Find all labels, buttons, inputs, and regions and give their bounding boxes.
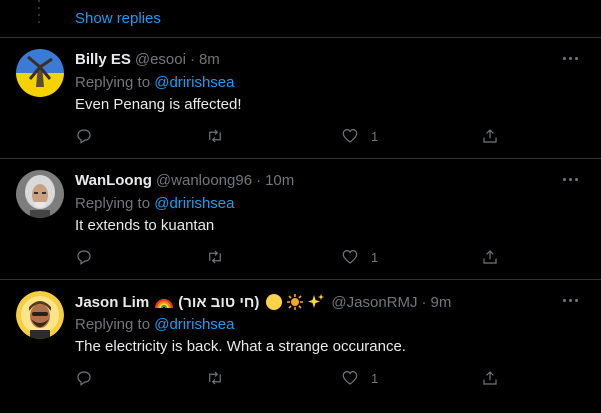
- like-count: 1: [371, 249, 379, 265]
- display-name[interactable]: WanLoong: [75, 172, 152, 189]
- share-button[interactable]: [481, 368, 499, 388]
- timestamp[interactable]: 10m: [265, 172, 294, 189]
- share-icon: [483, 371, 497, 385]
- like-button[interactable]: 1: [341, 126, 378, 146]
- thread-connector: [38, 0, 40, 28]
- avatar[interactable]: [16, 291, 64, 339]
- tweet-actions: 1: [75, 126, 515, 146]
- tweet-text: Even Penang is affected!: [75, 96, 242, 113]
- retweet-icon: [209, 129, 221, 143]
- timestamp[interactable]: 8m: [199, 51, 220, 68]
- more-icon[interactable]: [563, 296, 581, 304]
- display-name[interactable]: Billy ES: [75, 51, 131, 68]
- reply-icon: [77, 371, 91, 386]
- share-icon: [483, 129, 497, 143]
- tweet-actions: 1: [75, 368, 515, 388]
- like-button[interactable]: 1: [341, 247, 378, 267]
- reply-button[interactable]: [75, 368, 93, 388]
- handle[interactable]: @esooi: [135, 51, 186, 68]
- replying-prefix: Replying to: [75, 316, 151, 333]
- replying-to: Replying to @dririshsea: [75, 74, 234, 91]
- replying-prefix: Replying to: [75, 195, 151, 212]
- retweet-button[interactable]: [206, 247, 224, 267]
- reply-icon: [77, 250, 91, 265]
- share-icon: [483, 250, 497, 264]
- share-button[interactable]: [481, 247, 499, 267]
- tweet-text: It extends to kuantan: [75, 217, 215, 234]
- share-button[interactable]: [481, 126, 499, 146]
- like-icon: [342, 371, 358, 385]
- retweet-icon: [209, 371, 221, 385]
- mention-link[interactable]: @dririshsea: [154, 195, 234, 212]
- replying-prefix: Replying to: [75, 74, 151, 91]
- tweet-text: The electricity is back. What a strange …: [75, 338, 406, 355]
- replying-to: Replying to @dririshsea: [75, 316, 234, 333]
- name-suffix: (חי טוב אור): [178, 293, 260, 311]
- replying-to: Replying to @dririshsea: [75, 195, 234, 212]
- retweet-icon: [209, 250, 221, 264]
- sun-icon: [287, 294, 304, 310]
- separator: ·: [189, 51, 195, 68]
- show-replies-row: Show replies: [0, 0, 601, 38]
- show-replies-link[interactable]: Show replies: [75, 10, 161, 27]
- separator: ·: [256, 172, 262, 189]
- reply-button[interactable]: [75, 126, 93, 146]
- tweet[interactable]: Jason Lim (חי טוב אור) @JasonRMJ · 9m Re…: [0, 280, 601, 413]
- tweet-header: WanLoong @wanloong96 · 10m: [75, 172, 294, 189]
- like-count: 1: [371, 370, 379, 386]
- avatar[interactable]: [16, 170, 64, 218]
- like-count: 1: [371, 128, 379, 144]
- separator: ·: [421, 293, 427, 311]
- more-icon[interactable]: [563, 54, 581, 62]
- tweet-header: Billy ES @esooi · 8m: [75, 51, 220, 68]
- like-button[interactable]: 1: [341, 368, 378, 388]
- more-icon[interactable]: [563, 175, 581, 183]
- avatar[interactable]: [16, 49, 64, 97]
- display-name[interactable]: Jason Lim: [75, 294, 149, 311]
- handle[interactable]: @wanloong96: [156, 172, 252, 189]
- tweet-header: Jason Lim (חי טוב אור) @JasonRMJ · 9m: [75, 293, 451, 311]
- retweet-button[interactable]: [206, 368, 224, 388]
- like-icon: [342, 250, 358, 264]
- tweet-actions: 1: [75, 247, 515, 267]
- reply-icon: [77, 129, 91, 144]
- full-moon-icon: [266, 294, 283, 310]
- rainbow-icon: [155, 299, 174, 309]
- like-icon: [342, 129, 358, 143]
- sparkles-icon: [308, 294, 325, 308]
- mention-link[interactable]: @dririshsea: [154, 316, 234, 333]
- handle[interactable]: @JasonRMJ: [331, 294, 417, 311]
- mention-link[interactable]: @dririshsea: [154, 74, 234, 91]
- reply-button[interactable]: [75, 247, 93, 267]
- retweet-button[interactable]: [206, 126, 224, 146]
- timestamp[interactable]: 9m: [431, 294, 452, 311]
- tweet[interactable]: Billy ES @esooi · 8m Replying to @driris…: [0, 38, 601, 159]
- tweet[interactable]: WanLoong @wanloong96 · 10m Replying to @…: [0, 159, 601, 280]
